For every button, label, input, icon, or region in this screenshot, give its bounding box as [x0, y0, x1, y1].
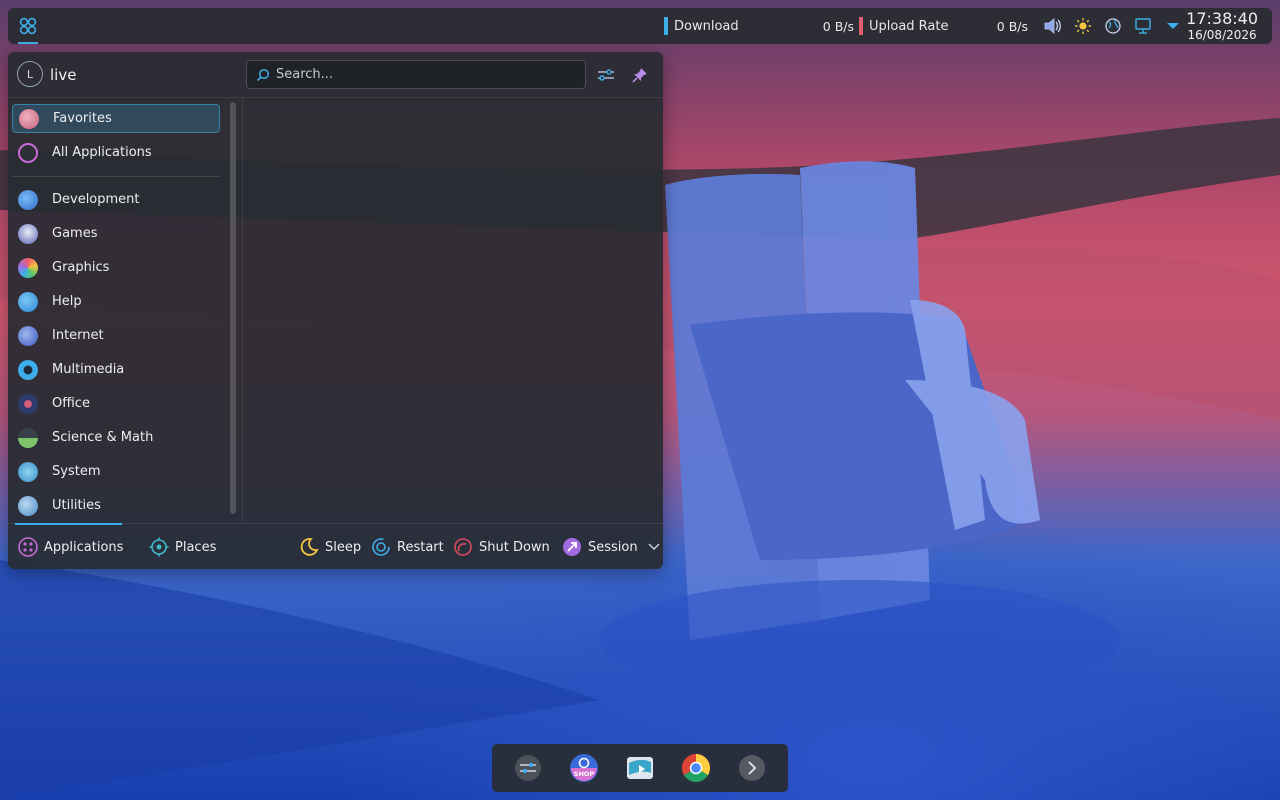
upload-rate: 0 B/s — [996, 18, 1028, 34]
office-icon — [18, 393, 38, 414]
category-label: All Applications — [52, 145, 152, 160]
volume-icon[interactable] — [1043, 16, 1063, 36]
places-tab-label: Places — [175, 539, 217, 555]
tab-places[interactable]: Places — [149, 524, 216, 569]
category-label: Office — [52, 396, 90, 411]
upload-label: Upload Rate — [869, 18, 949, 34]
category-office[interactable]: Office — [12, 389, 220, 418]
search-field[interactable] — [246, 60, 586, 89]
category-graphics[interactable]: Graphics — [12, 253, 220, 282]
download-label: Download — [674, 18, 739, 34]
kde-launcher-icon — [19, 17, 37, 35]
top-panel: Download 0 B/s Upload Rate 0 B/s 17:38:4… — [8, 8, 1272, 44]
configure-button[interactable] — [596, 65, 616, 85]
category-help[interactable]: Help — [12, 287, 220, 316]
category-internet[interactable]: Internet — [12, 321, 220, 350]
category-system[interactable]: System — [12, 457, 220, 486]
globe-icon[interactable] — [1103, 16, 1123, 36]
digital-clock[interactable]: 17:38:40 16/08/2026 — [1186, 9, 1258, 42]
internet-icon — [18, 325, 38, 346]
category-development[interactable]: Development — [12, 185, 220, 214]
pin-button[interactable] — [630, 65, 650, 85]
places-icon — [149, 537, 169, 557]
favorites-content-area — [243, 98, 663, 523]
avatar[interactable]: L — [17, 61, 43, 87]
category-label: System — [52, 464, 101, 479]
multimedia-icon — [18, 359, 38, 380]
upload-color-bar — [859, 17, 863, 35]
category-label: Graphics — [52, 260, 110, 275]
more-arrow-icon[interactable] — [736, 752, 768, 784]
games-icon — [18, 223, 38, 244]
utilities-icon — [18, 495, 38, 516]
restart-button[interactable]: Restart — [371, 524, 444, 569]
session-button[interactable]: Session — [562, 524, 660, 569]
category-label: Help — [52, 294, 82, 309]
all-apps-icon — [18, 142, 38, 163]
category-label: Development — [52, 192, 140, 207]
application-launcher-button[interactable] — [8, 8, 48, 44]
shutdown-button[interactable]: Shut Down — [453, 524, 550, 569]
network-icon[interactable] — [1133, 16, 1153, 36]
category-all-applications[interactable]: All Applications — [12, 138, 220, 167]
network-download-monitor[interactable]: Download 0 B/s — [664, 16, 854, 36]
network-upload-monitor[interactable]: Upload Rate 0 B/s — [859, 16, 1028, 36]
launcher-footer: Applications Places Sleep Restart Shut D… — [8, 523, 663, 569]
category-multimedia[interactable]: Multimedia — [12, 355, 220, 384]
installer-icon[interactable] — [624, 752, 656, 784]
download-color-bar — [664, 17, 668, 35]
shutdown-icon — [453, 537, 473, 557]
system-tray — [1043, 16, 1183, 36]
graphics-icon — [18, 257, 38, 278]
category-sidebar: Favorites All Applications Development G… — [8, 98, 225, 523]
username: live — [50, 66, 77, 84]
category-label: Favorites — [53, 111, 112, 126]
shutdown-label: Shut Down — [479, 539, 550, 555]
launcher-header: L live — [8, 52, 663, 98]
category-utilities[interactable]: Utilities — [12, 491, 220, 520]
svg-text:SHOP: SHOP — [574, 770, 595, 778]
sleep-button[interactable]: Sleep — [299, 524, 361, 569]
brightness-icon[interactable] — [1073, 16, 1093, 36]
science-icon — [18, 427, 38, 448]
session-icon — [562, 537, 582, 557]
category-science-math[interactable]: Science & Math — [12, 423, 220, 452]
applications-icon — [18, 537, 38, 557]
sleep-icon — [299, 537, 319, 557]
category-games[interactable]: Games — [12, 219, 220, 248]
sidebar-scrollbar[interactable] — [230, 102, 236, 514]
search-icon — [256, 68, 270, 81]
application-launcher-menu: L live Favorites All Applications Develo… — [8, 52, 663, 569]
session-label: Session — [588, 539, 638, 555]
category-label: Utilities — [52, 498, 101, 513]
help-icon — [18, 291, 38, 312]
pin-icon — [632, 68, 647, 83]
category-label: Internet — [52, 328, 104, 343]
download-rate: 0 B/s — [822, 18, 854, 34]
sleep-label: Sleep — [325, 539, 362, 555]
category-label: Science & Math — [52, 430, 154, 445]
avatar-initial: L — [26, 67, 34, 81]
bottom-dock: SHOP — [492, 744, 788, 792]
category-separator — [12, 176, 220, 177]
applications-tab-label: Applications — [44, 539, 124, 555]
development-icon — [18, 189, 38, 210]
system-settings-icon[interactable] — [512, 752, 544, 784]
restart-label: Restart — [397, 539, 444, 555]
search-input[interactable] — [274, 66, 568, 83]
category-favorites[interactable]: Favorites — [12, 104, 220, 133]
chevron-down-icon — [648, 543, 660, 550]
tab-applications[interactable]: Applications — [18, 524, 123, 569]
category-label: Games — [52, 226, 98, 241]
favorites-icon — [19, 108, 39, 129]
system-icon — [18, 461, 38, 482]
discover-shop-icon[interactable]: SHOP — [568, 752, 600, 784]
expand-tray-icon[interactable] — [1163, 16, 1183, 36]
restart-icon — [371, 537, 391, 557]
configure-icon — [598, 69, 614, 81]
clock-date: 16/08/2026 — [1187, 28, 1257, 42]
category-label: Multimedia — [52, 362, 125, 377]
clock-time: 17:38:40 — [1186, 9, 1258, 28]
chrome-icon[interactable] — [680, 752, 712, 784]
